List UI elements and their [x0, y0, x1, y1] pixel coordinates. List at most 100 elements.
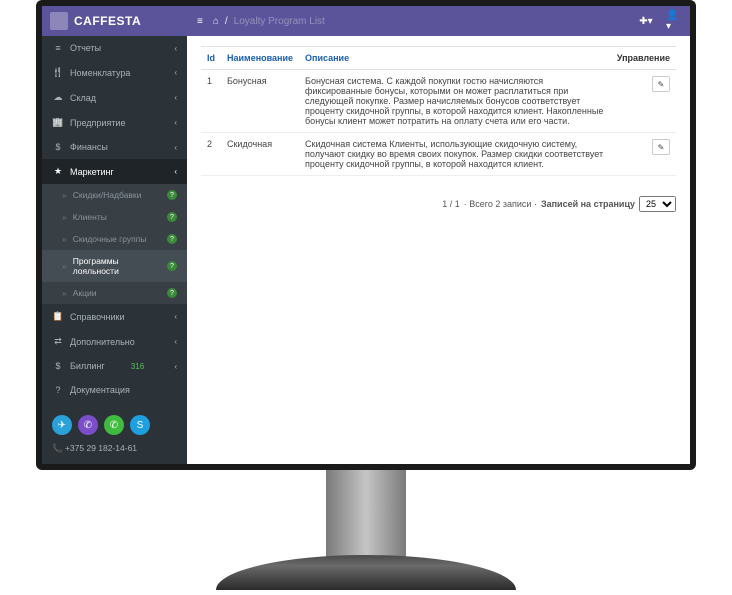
- skype-icon[interactable]: S: [130, 415, 150, 435]
- contact-phone: 📞 +375 29 182-14-61: [52, 443, 177, 454]
- list-icon: 📋: [52, 311, 64, 322]
- user-icon[interactable]: 👤▾: [666, 13, 682, 29]
- sidebar-footer: ✈ ✆ ✆ S 📞 +375 29 182-14-61: [42, 405, 187, 464]
- nav-additional[interactable]: ⇄ Дополнительно ‹: [42, 329, 187, 354]
- nav-label: Отчеты: [70, 43, 101, 53]
- nav-reports[interactable]: ≡ Отчеты ‹: [42, 36, 187, 60]
- pager-total: · Всего 2 записи ·: [464, 199, 537, 209]
- nav-label: Биллинг: [70, 361, 105, 371]
- chevron-left-icon: ‹: [174, 362, 177, 371]
- sub-discounts[interactable]: » Скидки/Надбавки ?: [42, 184, 187, 206]
- table-row: 1 Бонусная Бонусная система. С каждой по…: [201, 70, 676, 133]
- telegram-icon[interactable]: ✈: [52, 415, 72, 435]
- bullet-icon: »: [62, 288, 67, 298]
- nav-label: Предприятие: [70, 118, 125, 128]
- help-icon[interactable]: ?: [167, 212, 177, 222]
- chevron-left-icon: ‹: [174, 312, 177, 321]
- breadcrumb: ⌂ / Loyalty Program List: [213, 16, 325, 27]
- sidebar: ≡ Отчеты ‹ 🍴 Номенклатура ‹ ☁ Склад ‹: [42, 36, 187, 464]
- nav-marketing[interactable]: ★ Маркетинг ‹: [42, 159, 187, 184]
- logo-area: CAFFESTA: [50, 12, 187, 30]
- sub-label: Клиенты: [73, 212, 107, 222]
- sub-loyalty-programs[interactable]: » Программы лояльности ?: [42, 250, 187, 282]
- col-manage: Управление: [611, 47, 676, 70]
- nav-label: Справочники: [70, 312, 125, 322]
- main-content: Id Наименование Описание Управление 1 Бо…: [187, 36, 690, 464]
- brand-name: CAFFESTA: [74, 14, 141, 28]
- chevron-left-icon: ‹: [174, 167, 177, 176]
- breadcrumb-current: Loyalty Program List: [234, 16, 325, 27]
- edit-button[interactable]: ✎: [652, 76, 670, 92]
- help-icon[interactable]: ?: [167, 288, 177, 298]
- sub-label: Скидочные группы: [73, 234, 147, 244]
- nav-label: Документация: [70, 385, 130, 395]
- cell-desc: Бонусная система. С каждой покупки гостю…: [299, 70, 611, 133]
- col-name[interactable]: Наименование: [221, 47, 299, 70]
- per-page-label: Записей на страницу: [541, 199, 635, 209]
- bullet-icon: »: [62, 234, 67, 244]
- add-icon[interactable]: ✚▾: [638, 13, 654, 29]
- nav-directories[interactable]: 📋 Справочники ‹: [42, 304, 187, 329]
- home-icon[interactable]: ⌂: [213, 16, 219, 27]
- sub-clients[interactable]: » Клиенты ?: [42, 206, 187, 228]
- cell-name: Бонусная: [221, 70, 299, 133]
- nav-label: Маркетинг: [70, 167, 114, 177]
- nav-label: Дополнительно: [70, 337, 135, 347]
- menu-toggle-icon[interactable]: ≡: [197, 16, 203, 27]
- cell-id: 2: [201, 133, 221, 176]
- pagination: 1 / 1 · Всего 2 записи · Записей на стра…: [201, 196, 676, 212]
- page-indicator: 1 / 1: [442, 199, 460, 209]
- cell-desc: Скидочная система Клиенты, использующие …: [299, 133, 611, 176]
- chevron-left-icon: ‹: [174, 337, 177, 346]
- col-id[interactable]: Id: [201, 47, 221, 70]
- help-icon[interactable]: ?: [167, 234, 177, 244]
- cloud-icon: ☁: [52, 92, 64, 103]
- bullet-icon: »: [62, 190, 67, 200]
- fork-icon: 🍴: [52, 67, 64, 78]
- col-desc[interactable]: Описание: [299, 47, 611, 70]
- cell-id: 1: [201, 70, 221, 133]
- per-page-select[interactable]: 25: [639, 196, 676, 212]
- sub-promotions[interactable]: » Акции ?: [42, 282, 187, 304]
- help-icon[interactable]: ?: [167, 261, 177, 271]
- loyalty-table: Id Наименование Описание Управление 1 Бо…: [201, 46, 676, 176]
- chevron-left-icon: ‹: [174, 143, 177, 152]
- sub-discount-groups[interactable]: » Скидочные группы ?: [42, 228, 187, 250]
- app-logo-icon: [50, 12, 68, 30]
- nav-warehouse[interactable]: ☁ Склад ‹: [42, 85, 187, 110]
- table-row: 2 Скидочная Скидочная система Клиенты, и…: [201, 133, 676, 176]
- star-icon: ★: [52, 166, 64, 177]
- nav-documentation[interactable]: ? Документация: [42, 378, 187, 402]
- swap-icon: ⇄: [52, 336, 64, 347]
- nav-enterprise[interactable]: 🏢 Предприятие ‹: [42, 110, 187, 135]
- bullet-icon: »: [62, 212, 67, 222]
- sub-label: Скидки/Надбавки: [73, 190, 142, 200]
- sub-label: Программы лояльности: [73, 256, 167, 276]
- building-icon: 🏢: [52, 117, 64, 128]
- help-icon[interactable]: ?: [167, 190, 177, 200]
- bullet-icon: »: [62, 261, 67, 271]
- chevron-left-icon: ‹: [174, 93, 177, 102]
- monitor-stand: [216, 470, 516, 595]
- chevron-left-icon: ‹: [174, 68, 177, 77]
- chevron-left-icon: ‹: [174, 44, 177, 53]
- billing-count: 316: [131, 362, 144, 371]
- topbar: CAFFESTA ≡ ⌂ / Loyalty Program List ✚▾ 👤…: [42, 6, 690, 36]
- question-icon: ?: [52, 385, 64, 395]
- whatsapp-icon[interactable]: ✆: [104, 415, 124, 435]
- nav-label: Склад: [70, 93, 96, 103]
- chart-icon: ≡: [52, 43, 64, 53]
- dollar-icon: $: [52, 361, 64, 371]
- nav-label: Финансы: [70, 142, 108, 152]
- nav-nomenclature[interactable]: 🍴 Номенклатура ‹: [42, 60, 187, 85]
- cell-name: Скидочная: [221, 133, 299, 176]
- nav-label: Номенклатура: [70, 68, 130, 78]
- breadcrumb-sep: /: [225, 16, 228, 27]
- viber-icon[interactable]: ✆: [78, 415, 98, 435]
- edit-button[interactable]: ✎: [652, 139, 670, 155]
- nav-billing[interactable]: $ Биллинг 316 ‹: [42, 354, 187, 378]
- phone-number: +375 29 182-14-61: [65, 443, 137, 453]
- nav-finance[interactable]: $ Финансы ‹: [42, 135, 187, 159]
- dollar-icon: $: [52, 142, 64, 152]
- sub-label: Акции: [73, 288, 97, 298]
